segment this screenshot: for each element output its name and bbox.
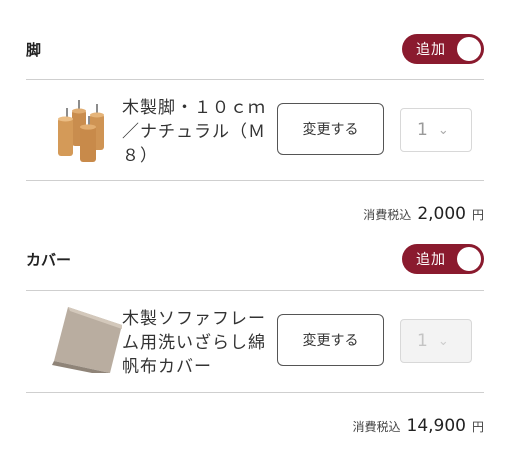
price-unit: 円: [471, 420, 484, 434]
item-row-legs: 木製脚・１０ｃｍ／ナチュラル（Ｍ８） 変更する 1 ⌄: [26, 82, 484, 180]
quantity-select[interactable]: 1 ⌄: [400, 319, 472, 363]
toggle-label: 追加: [416, 42, 446, 58]
change-button[interactable]: 変更する: [277, 103, 384, 155]
toggle-label: 追加: [416, 252, 446, 268]
quantity-value: 1: [417, 120, 428, 140]
price-line-legs: 消費税込 2,000 円: [363, 204, 484, 224]
item-name: 木製脚・１０ｃｍ／ナチュラル（Ｍ８）: [122, 98, 266, 166]
price-value: 2,000: [417, 204, 466, 224]
section-header-legs: 脚 追加: [26, 31, 484, 67]
quantity-value: 1: [417, 331, 428, 351]
chevron-down-icon: ⌄: [437, 122, 449, 138]
section-title: カバー: [26, 250, 72, 269]
divider: [26, 392, 484, 393]
chevron-down-icon: ⌄: [437, 333, 449, 349]
add-toggle-legs[interactable]: 追加: [402, 34, 484, 64]
quantity-select[interactable]: 1 ⌄: [400, 108, 472, 152]
divider: [26, 79, 484, 80]
price-prefix: 消費税込: [352, 420, 401, 434]
toggle-knob: [457, 37, 481, 61]
section-title: 脚: [26, 40, 42, 59]
toggle-knob: [457, 247, 481, 271]
price-prefix: 消費税込: [363, 208, 412, 222]
item-row-cover: 木製ソファフレーム用洗いざらし綿帆布カバー 変更する 1 ⌄: [26, 293, 484, 391]
price-unit: 円: [471, 208, 484, 222]
price-line-cover: 消費税込 14,900 円: [352, 416, 484, 436]
fabric-cover-image: [52, 307, 122, 373]
divider: [26, 180, 484, 181]
section-header-cover: カバー 追加: [26, 241, 484, 277]
change-button[interactable]: 変更する: [277, 314, 384, 366]
wooden-legs-image: [58, 100, 104, 162]
price-value: 14,900: [406, 416, 466, 436]
add-toggle-cover[interactable]: 追加: [402, 244, 484, 274]
item-name: 木製ソファフレーム用洗いざらし綿帆布カバー: [122, 309, 266, 377]
divider: [26, 290, 484, 291]
